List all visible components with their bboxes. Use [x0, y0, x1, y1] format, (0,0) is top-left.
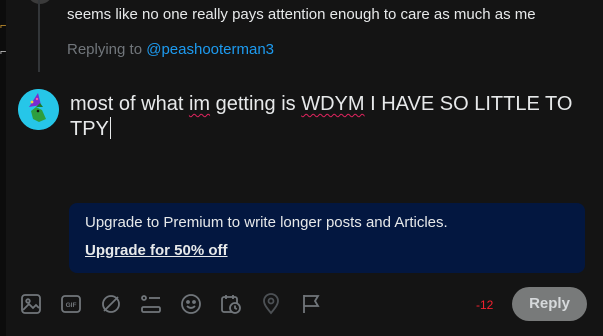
upgrade-link[interactable]: Upgrade for 50% off	[85, 242, 228, 259]
replying-to-label: Replying to @peashooterman3	[67, 41, 274, 58]
svg-text:GIF: GIF	[66, 302, 77, 309]
edge-glyph-icon: ⌐	[0, 20, 7, 32]
upsell-message: Upgrade to Premium to write longer posts…	[85, 214, 448, 231]
image-icon[interactable]	[19, 292, 43, 316]
premium-upsell-banner: Upgrade to Premium to write longer posts…	[69, 203, 585, 273]
original-post-avatar[interactable]	[27, 0, 53, 4]
left-edge-strip: ⌐ ⌐	[0, 0, 6, 336]
misspelled-word: WDYM	[301, 93, 365, 115]
character-count: -12	[476, 298, 494, 312]
gif-icon[interactable]: GIF	[59, 292, 83, 316]
poll-icon[interactable]	[139, 292, 163, 316]
replying-to-handle-link[interactable]: @peashooterman3	[146, 41, 274, 58]
edge-glyph-icon: ⌐	[0, 46, 7, 58]
avatar[interactable]	[18, 89, 59, 130]
reply-text-part: most of what	[70, 93, 189, 115]
text-caret	[109, 117, 111, 139]
reply-composer-panel: ⌐ ⌐ seems like no one really pays attent…	[0, 0, 603, 336]
grok-icon[interactable]	[99, 292, 123, 316]
reply-button[interactable]: Reply	[512, 287, 587, 321]
original-post-text: seems like no one really pays attention …	[67, 6, 536, 23]
location-icon[interactable]	[259, 292, 283, 316]
reply-text-input[interactable]: most of what im getting is WDYM I HAVE S…	[70, 92, 585, 142]
flag-icon[interactable]	[299, 292, 323, 316]
replying-to-prefix: Replying to	[67, 41, 147, 58]
schedule-icon[interactable]	[219, 292, 243, 316]
avatar-image	[18, 89, 59, 130]
reply-text-part: getting is	[210, 93, 302, 115]
misspelled-word: im	[188, 93, 211, 115]
emoji-icon[interactable]	[179, 292, 203, 316]
thread-connector-line	[38, 0, 40, 72]
